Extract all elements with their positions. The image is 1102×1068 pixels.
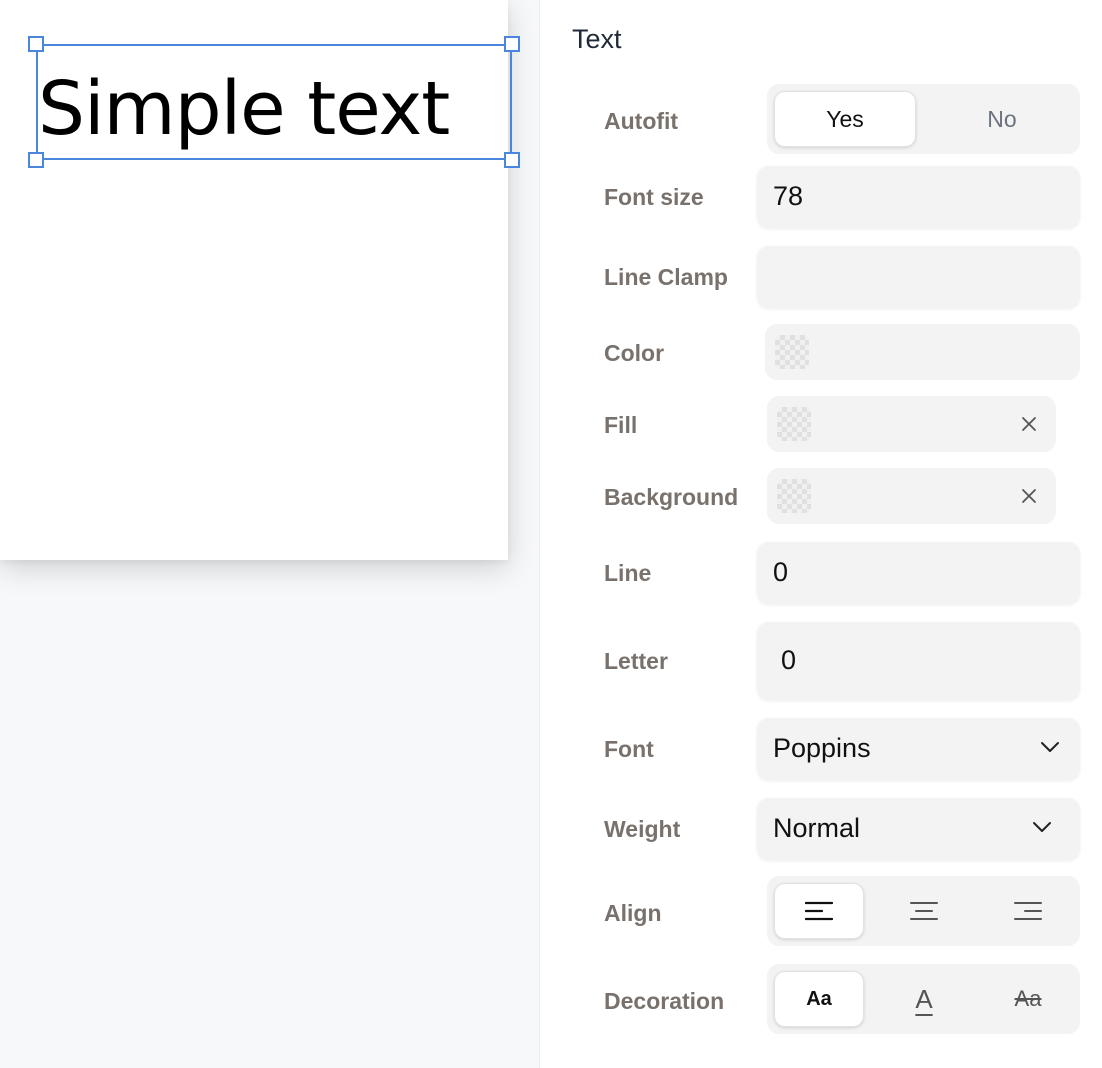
background-picker[interactable] [767,468,1056,524]
autofit-label: Autofit [604,108,679,134]
weight-label: Weight [604,816,681,842]
panel-title: Text [572,24,622,54]
line-clamp-input[interactable] [757,246,1080,308]
color-label: Color [604,340,665,366]
fill-row: Fill [541,396,1102,452]
weight-select[interactable]: Normal [757,798,1080,860]
resize-handle-top-right[interactable] [504,36,520,52]
strikethrough-icon: Aa [1014,986,1042,1011]
font-size-value[interactable]: 78 [773,181,803,212]
autofit-yes-option[interactable]: Yes [774,91,916,147]
align-right-icon [1014,902,1042,920]
align-toggle[interactable] [767,876,1080,946]
line-label: Line [604,560,652,586]
transparent-swatch-icon [775,335,809,369]
font-select-value[interactable]: Poppins [773,733,871,764]
selected-text-element[interactable]: Simple text [28,36,520,168]
line-height-value[interactable]: 0 [773,557,788,588]
underline-icon: A [915,983,933,1014]
chevron-down-icon[interactable] [1040,740,1060,759]
close-icon[interactable] [1018,413,1040,435]
align-center-button[interactable] [879,883,969,939]
transparent-swatch-icon [777,479,811,513]
text-properties-panel: Text Autofit Yes No Font size 78 Line Cl… [541,0,1102,1068]
strikethrough-button[interactable]: Aa [983,971,1073,1027]
font-select[interactable]: Poppins [757,718,1080,780]
transparent-swatch-icon [777,407,811,441]
autofit-toggle[interactable]: Yes No [767,84,1080,154]
fill-picker[interactable] [767,396,1056,452]
autofit-no-option[interactable]: No [931,91,1073,147]
fill-label: Fill [604,412,638,438]
decoration-row: Decoration Aa A Aa [541,964,1102,1036]
resize-handle-top-left[interactable] [28,36,44,52]
letter-spacing-row: Letter 0 [541,622,1102,700]
background-label: Background [604,484,739,510]
weight-row: Weight Normal [541,798,1102,860]
font-size-label: Font size [604,184,704,210]
color-row: Color [541,324,1102,380]
artboard[interactable]: Simple text [0,0,520,560]
line-height-input[interactable]: 0 [757,542,1080,604]
line-clamp-label: Line Clamp [604,264,728,290]
autofit-row: Autofit Yes No [541,84,1102,156]
resize-handle-bottom-left[interactable] [28,152,44,168]
close-icon[interactable] [1018,485,1040,507]
font-row: Font Poppins [541,718,1102,780]
letter-spacing-value[interactable]: 0 [781,645,796,676]
font-size-input[interactable]: 78 [757,166,1080,228]
resize-handle-bottom-right[interactable] [504,152,520,168]
background-row: Background [541,468,1102,524]
no-decoration-icon: Aa [806,987,832,1010]
color-picker[interactable] [765,324,1080,380]
text-element-content[interactable]: Simple text [38,64,450,154]
align-left-icon [805,901,833,921]
no-decoration-button[interactable]: Aa [774,971,864,1027]
font-size-row: Font size 78 [541,166,1102,228]
font-label: Font [604,736,654,762]
align-center-icon [910,902,938,920]
letter-label: Letter [604,648,668,674]
weight-select-value[interactable]: Normal [773,813,860,844]
chevron-down-icon[interactable] [1032,820,1052,839]
decoration-label: Decoration [604,988,725,1014]
line-height-row: Line 0 [541,542,1102,604]
align-right-button[interactable] [983,883,1073,939]
underline-button[interactable]: A [879,971,969,1027]
decoration-toggle[interactable]: Aa A Aa [767,964,1080,1034]
letter-spacing-input[interactable]: 0 [757,622,1080,700]
align-row: Align [541,876,1102,948]
align-left-button[interactable] [774,883,864,939]
align-label: Align [604,900,662,926]
canvas-area[interactable]: Simple text [0,0,540,1068]
line-clamp-row: Line Clamp [541,246,1102,308]
